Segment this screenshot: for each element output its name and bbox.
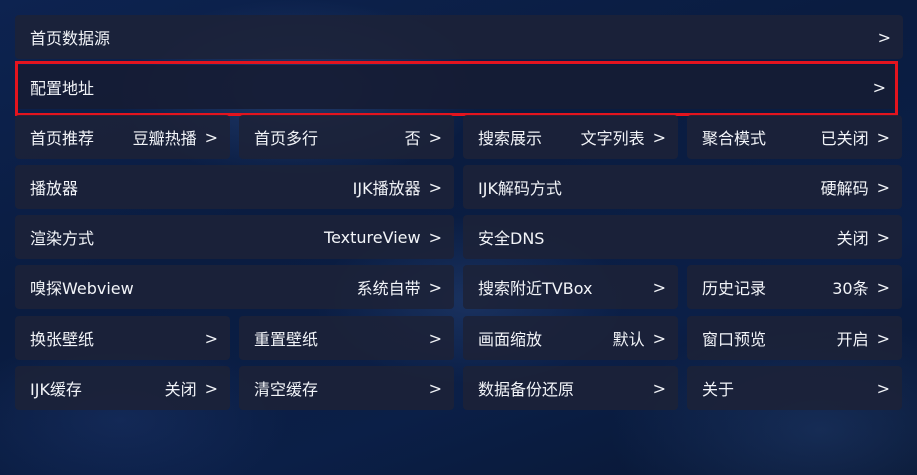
setting-value: 开启 (836, 330, 869, 349)
setting-value: 30条 (832, 279, 869, 298)
chevron-right-icon: > (652, 378, 666, 398)
setting-label: 首页多行 (254, 129, 319, 148)
chevron-right-icon: > (428, 177, 442, 197)
chevron-right-icon: > (428, 328, 442, 348)
setting-value: 已关闭 (820, 129, 869, 148)
chevron-right-icon: > (876, 227, 890, 247)
setting-config-url[interactable]: 配置地址 > (15, 65, 898, 109)
setting-label: 播放器 (30, 179, 79, 198)
chevron-right-icon: > (876, 177, 890, 197)
setting-value: 关闭 (164, 380, 197, 399)
chevron-right-icon: > (876, 277, 890, 297)
setting-value: 否 (404, 129, 421, 148)
setting-label: 关于 (702, 380, 735, 399)
setting-label: 配置地址 (30, 79, 95, 98)
setting-about[interactable]: 关于 > (687, 366, 902, 410)
setting-ijk-decode[interactable]: IJK解码方式 硬解码 > (463, 165, 902, 209)
setting-value: 豆瓣热播 (132, 129, 197, 148)
setting-label: 换张壁纸 (30, 330, 95, 349)
setting-search-display[interactable]: 搜索展示 文字列表 > (463, 115, 678, 159)
setting-value: 默认 (612, 330, 645, 349)
chevron-right-icon: > (428, 127, 442, 147)
chevron-right-icon: > (428, 277, 442, 297)
chevron-right-icon: > (204, 328, 218, 348)
setting-home-source[interactable]: 首页数据源 > (15, 15, 903, 59)
chevron-right-icon: > (877, 27, 891, 47)
setting-label: 画面缩放 (478, 330, 543, 349)
setting-home-recommend[interactable]: 首页推荐 豆瓣热播 > (15, 115, 230, 159)
setting-value: 关闭 (836, 229, 869, 248)
setting-change-wallpaper[interactable]: 换张壁纸 > (15, 316, 230, 360)
setting-label: IJK缓存 (30, 380, 82, 399)
chevron-right-icon: > (876, 378, 890, 398)
setting-reset-wallpaper[interactable]: 重置壁纸 > (239, 316, 454, 360)
chevron-right-icon: > (652, 328, 666, 348)
setting-label: 窗口预览 (702, 330, 767, 349)
chevron-right-icon: > (428, 378, 442, 398)
setting-history[interactable]: 历史记录 30条 > (687, 265, 902, 309)
setting-value: 系统自带 (356, 279, 421, 298)
setting-search-nearby-tvbox[interactable]: 搜索附近TVBox > (463, 265, 678, 309)
setting-home-multirow[interactable]: 首页多行 否 > (239, 115, 454, 159)
chevron-right-icon: > (876, 328, 890, 348)
setting-label: 聚合模式 (702, 129, 767, 148)
setting-secure-dns[interactable]: 安全DNS 关闭 > (463, 215, 902, 259)
chevron-right-icon: > (872, 77, 886, 97)
setting-value: IJK播放器 (352, 179, 421, 198)
setting-player[interactable]: 播放器 IJK播放器 > (15, 165, 454, 209)
setting-label: 搜索附近TVBox (478, 279, 593, 298)
setting-render-mode[interactable]: 渲染方式 TextureView > (15, 215, 454, 259)
chevron-right-icon: > (204, 378, 218, 398)
chevron-right-icon: > (652, 127, 666, 147)
setting-sniff-webview[interactable]: 嗅探Webview 系统自带 > (15, 265, 454, 309)
setting-value: 文字列表 (580, 129, 645, 148)
setting-ijk-cache[interactable]: IJK缓存 关闭 > (15, 366, 230, 410)
setting-value: TextureView (324, 227, 421, 247)
setting-label: 历史记录 (702, 279, 767, 298)
setting-label: 清空缓存 (254, 380, 319, 399)
setting-aggregate-mode[interactable]: 聚合模式 已关闭 > (687, 115, 902, 159)
setting-picture-scale[interactable]: 画面缩放 默认 > (463, 316, 678, 360)
setting-label: IJK解码方式 (478, 179, 562, 198)
setting-backup-restore[interactable]: 数据备份还原 > (463, 366, 678, 410)
setting-label: 嗅探Webview (30, 279, 134, 298)
setting-value: 硬解码 (820, 179, 869, 198)
chevron-right-icon: > (652, 277, 666, 297)
setting-label: 数据备份还原 (478, 380, 575, 399)
setting-label: 重置壁纸 (254, 330, 319, 349)
setting-clear-cache[interactable]: 清空缓存 > (239, 366, 454, 410)
setting-label: 首页数据源 (30, 29, 111, 48)
setting-label: 首页推荐 (30, 129, 95, 148)
setting-label: 安全DNS (478, 229, 545, 248)
chevron-right-icon: > (876, 127, 890, 147)
chevron-right-icon: > (204, 127, 218, 147)
setting-label: 搜索展示 (478, 129, 543, 148)
setting-window-preview[interactable]: 窗口预览 开启 > (687, 316, 902, 360)
chevron-right-icon: > (428, 227, 442, 247)
setting-label: 渲染方式 (30, 229, 95, 248)
